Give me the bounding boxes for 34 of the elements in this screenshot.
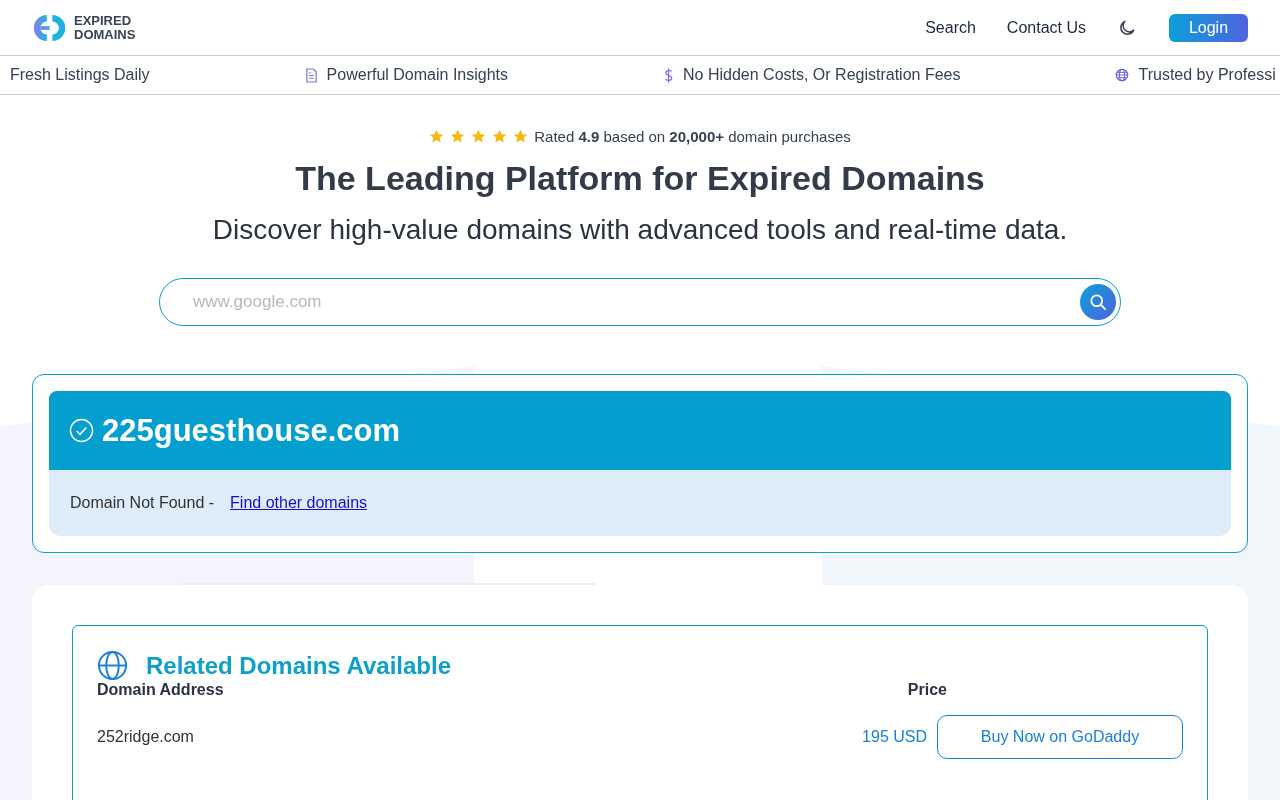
rating-text: Rated 4.9 based on 20,000+ domain purchases bbox=[534, 128, 851, 145]
globe-icon bbox=[1115, 68, 1130, 82]
domain-cell-text: 252ridge.com bbox=[97, 728, 195, 746]
section-title: Related Domains Available bbox=[146, 651, 451, 680]
dollar-icon bbox=[663, 66, 675, 84]
globe-icon bbox=[97, 650, 128, 681]
logo[interactable]: EXPIRED DOMAINS bbox=[32, 12, 136, 43]
column-header: Price bbox=[906, 681, 947, 700]
star-icon bbox=[471, 129, 487, 144]
subtitle: Discover high-value domains with advanced tools and real-time data. bbox=[212, 214, 1068, 246]
star-icon bbox=[429, 129, 445, 144]
logo-text: EXPIRED bbox=[74, 13, 133, 28]
star-icon bbox=[450, 129, 466, 144]
status-text: Domain Not Found - bbox=[70, 494, 215, 512]
nav-link[interactable]: Contact Us bbox=[1006, 18, 1086, 37]
logo-text: DOMAINS bbox=[74, 27, 136, 42]
search-icon bbox=[1088, 292, 1108, 312]
login-button[interactable]: Login bbox=[1169, 13, 1248, 42]
star-icon bbox=[513, 129, 529, 144]
domain-name: 225guesthouse.com bbox=[102, 412, 401, 449]
feature-text: Fresh Listings Daily bbox=[10, 66, 150, 84]
find-domains-link[interactable]: Find other domains bbox=[230, 494, 368, 512]
feature-text: No Hidden Costs, Or Registration Fees bbox=[683, 66, 961, 84]
page-title: The Leading Platform for Expired Domains bbox=[295, 159, 985, 198]
star-icon bbox=[492, 129, 508, 144]
buy-button[interactable]: Buy Now on GoDaddy bbox=[937, 715, 1183, 759]
column-header: Domain Address bbox=[97, 681, 225, 700]
feature-text: Trusted by Professi bbox=[1138, 66, 1276, 84]
search-field[interactable]: www.google.com bbox=[159, 278, 1121, 326]
price-cell-text: 195 USD bbox=[861, 728, 927, 746]
feature-text: Powerful Domain Insights bbox=[326, 66, 509, 84]
document-icon bbox=[304, 67, 318, 83]
nav-link[interactable]: Search bbox=[925, 18, 976, 37]
check-circle-icon bbox=[69, 418, 94, 443]
